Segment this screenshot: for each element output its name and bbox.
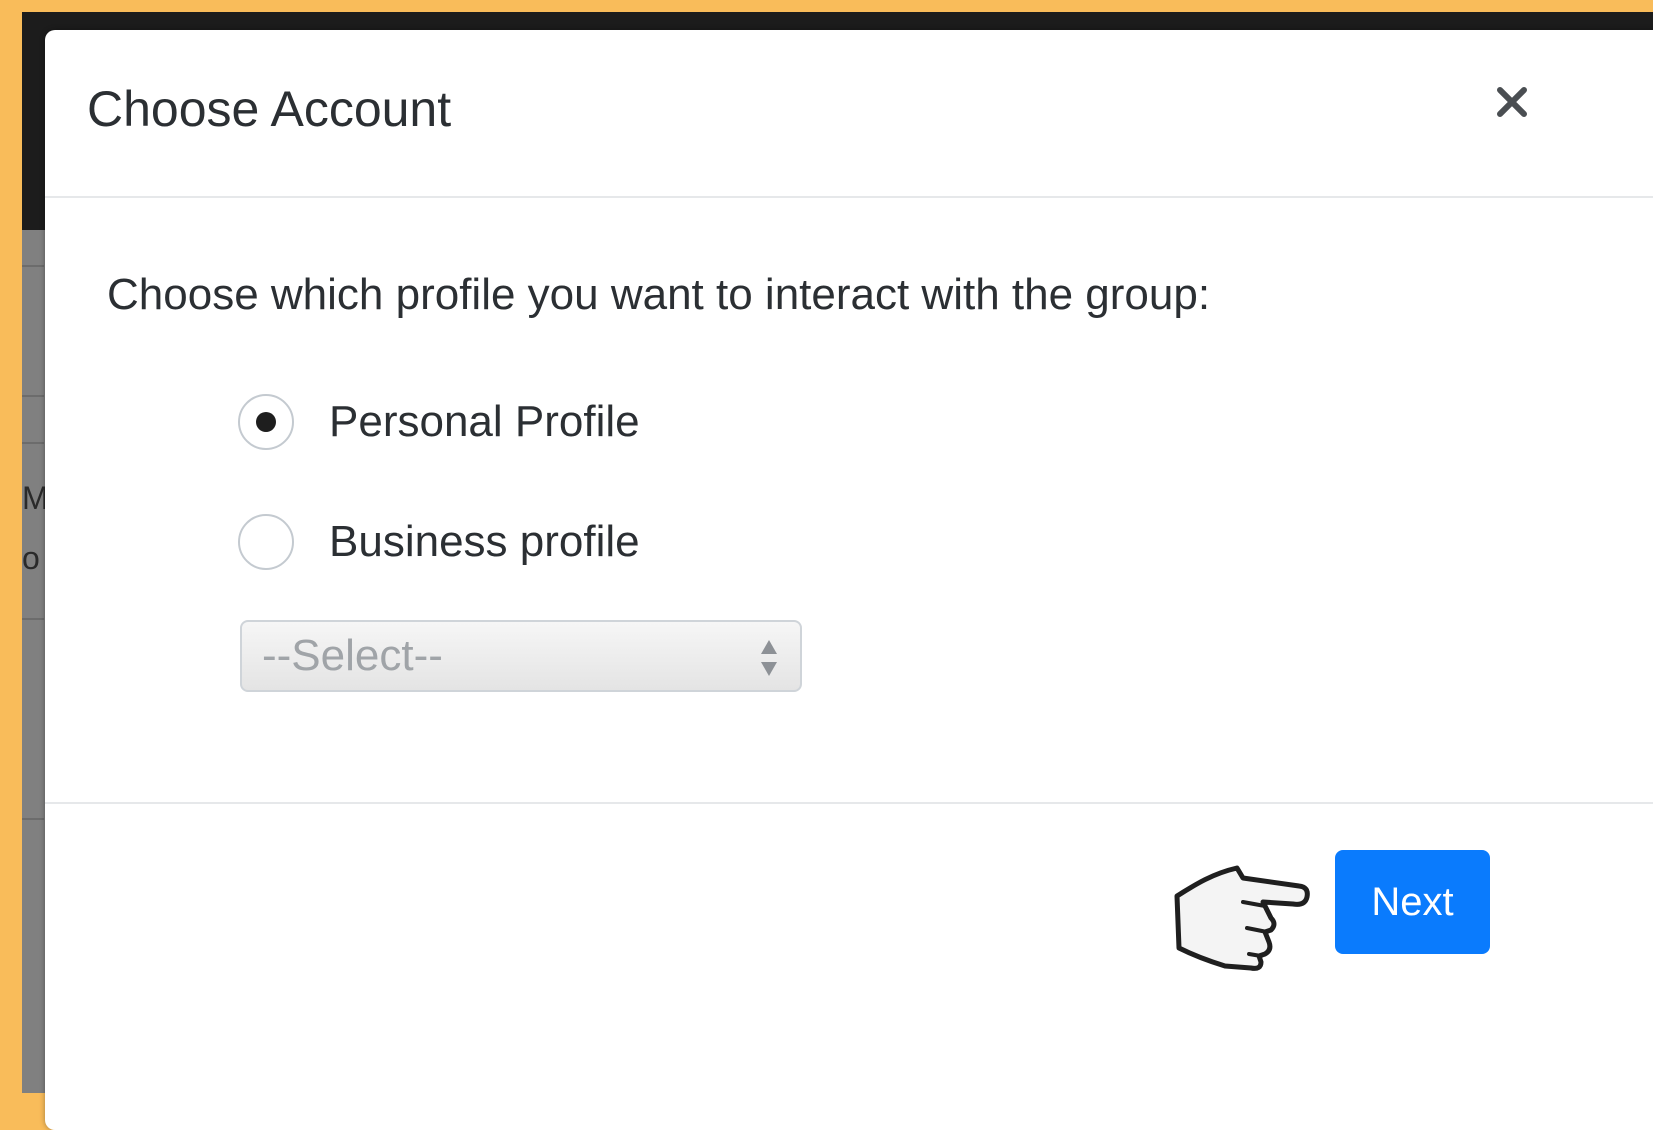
pointing-hand-icon <box>1174 865 1310 971</box>
personal-profile-label: Personal Profile <box>329 397 640 446</box>
background-text: o <box>22 540 40 576</box>
modal-header: Choose Account <box>45 30 1653 198</box>
business-profile-radio[interactable] <box>238 514 294 570</box>
business-profile-label: Business profile <box>329 517 640 566</box>
business-profile-option[interactable]: Business profile <box>238 514 640 570</box>
updown-arrows-icon <box>761 640 777 676</box>
close-button[interactable] <box>1490 80 1534 124</box>
choose-account-modal: Choose Account Choose which profile you … <box>45 30 1653 1130</box>
personal-profile-option[interactable]: Personal Profile <box>238 394 640 450</box>
business-account-select[interactable]: --Select-- <box>240 620 802 692</box>
personal-profile-radio[interactable] <box>238 394 294 450</box>
close-icon <box>1497 87 1527 117</box>
select-value: --Select-- <box>262 631 443 680</box>
background-divider <box>22 395 44 397</box>
background-divider <box>22 818 44 820</box>
profile-prompt: Choose which profile you want to interac… <box>107 270 1211 319</box>
modal-footer-divider <box>45 802 1653 804</box>
background-divider <box>22 265 44 267</box>
modal-title: Choose Account <box>87 81 452 137</box>
background-divider <box>22 442 44 444</box>
next-button[interactable]: Next <box>1335 850 1490 954</box>
background-divider <box>22 618 44 620</box>
